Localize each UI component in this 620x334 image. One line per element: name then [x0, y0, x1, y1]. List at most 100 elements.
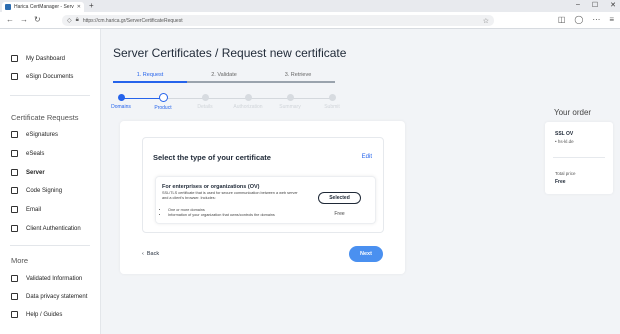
- sidebar-item-esign-documents[interactable]: eSign Documents: [11, 73, 73, 80]
- progress-node-product[interactable]: Product: [141, 92, 185, 111]
- anchor-icon: [11, 275, 18, 282]
- progress-node-authorization: Authorization: [226, 92, 270, 110]
- progress-dot: [328, 94, 336, 101]
- step-request: 1. Request: [113, 72, 187, 83]
- product-card: Select the type of your certificate Edit…: [120, 121, 405, 274]
- minimize-icon[interactable]: –: [576, 1, 580, 9]
- sidebar-item-label: Help / Guides: [26, 311, 63, 318]
- server-icon: [11, 169, 18, 176]
- sidebar-divider: [10, 95, 90, 96]
- section-title: Select the type of your certificate: [153, 153, 271, 162]
- sidebar-item-label: Email: [26, 206, 42, 213]
- sidebar-item-help-guides[interactable]: Help / Guides: [11, 311, 62, 318]
- order-heading: Your order: [554, 108, 592, 117]
- sidebar-item-client-authentication[interactable]: Client Authentication: [11, 225, 81, 232]
- certificate-option-ov[interactable]: For enterprises or organizations (OV) SS…: [155, 176, 376, 224]
- sidebar-item-label: eSeals: [26, 150, 45, 157]
- sidebar-section-more: More: [11, 256, 29, 265]
- progress-label: Product: [154, 105, 172, 111]
- progress-dot: [244, 94, 252, 101]
- tab-close-icon[interactable]: ✕: [77, 4, 81, 10]
- shield-icon: ◇: [67, 18, 72, 24]
- pen-icon: [11, 131, 18, 138]
- request-steps: 1. Request 2. Validate 3. Retrieve: [113, 72, 335, 84]
- sidebar-item-label: Client Authentication: [26, 225, 81, 232]
- progress-label: Domains: [111, 104, 131, 110]
- back-arrow-icon[interactable]: ←: [6, 15, 14, 24]
- sidebar-item-validated-information[interactable]: Validated Information: [11, 275, 82, 282]
- sidebar-item-label: Server: [26, 169, 45, 176]
- help-icon: [11, 311, 18, 318]
- mail-icon: [11, 206, 18, 213]
- sidebar-item-dashboard[interactable]: My Dashboard: [11, 55, 65, 62]
- option-bullets: One or more domains Information of your …: [168, 208, 275, 217]
- sidebar-section-requests: Certificate Requests: [11, 113, 79, 122]
- step-bar: [187, 81, 261, 83]
- progress-label: Submit: [324, 104, 340, 110]
- progress-dot: [286, 94, 294, 101]
- progress-dot: [117, 94, 125, 101]
- step-label: 3. Retrieve: [284, 72, 312, 78]
- order-product: SSL OV: [555, 131, 574, 137]
- step-label: 1. Request: [136, 72, 164, 78]
- tab-title: Harica CertManager - Server Ce: [14, 4, 74, 10]
- progress-label: Details: [197, 104, 213, 110]
- step-label: 2. Validate: [211, 72, 237, 78]
- browser-toolbar-right: ◫ ◯ ⋯ ≡: [558, 15, 614, 24]
- sidebar-item-label: Validated Information: [26, 275, 83, 282]
- total-price-value: Free: [555, 179, 566, 185]
- step-retrieve: 3. Retrieve: [261, 72, 335, 83]
- reload-icon[interactable]: ↻: [34, 15, 41, 24]
- sidebar-item-label: eSign Documents: [26, 73, 74, 80]
- back-label: Back: [146, 251, 160, 257]
- progress-node-domains[interactable]: Domains: [99, 92, 143, 110]
- privacy-icon: [11, 293, 18, 300]
- extensions-icon[interactable]: ⋯: [592, 15, 600, 24]
- list-item: Information of your organization that ow…: [168, 213, 275, 218]
- progress-dot: [201, 94, 209, 101]
- account-icon[interactable]: ◯: [574, 15, 583, 24]
- selected-button[interactable]: Selected: [318, 192, 361, 204]
- pocket-icon[interactable]: ◫: [558, 15, 566, 24]
- new-tab-button[interactable]: +: [89, 1, 94, 10]
- window-controls: – ☐ ✕: [576, 1, 616, 9]
- progress-label: Authorization: [233, 104, 263, 110]
- sidebar-item-code-signing[interactable]: Code Signing: [11, 187, 62, 194]
- forward-arrow-icon[interactable]: →: [20, 15, 28, 24]
- step-bar: [261, 81, 335, 83]
- edit-link[interactable]: Edit: [362, 154, 372, 160]
- option-description: SSL/TLS certificate that is used for sec…: [162, 191, 298, 200]
- sidebar-item-esignatures[interactable]: eSignatures: [11, 131, 58, 138]
- order-divider: [553, 157, 605, 158]
- sidebar-divider: [10, 245, 90, 246]
- favicon-icon: [5, 4, 11, 10]
- browser-tab[interactable]: Harica CertManager - Server Ce ✕: [2, 2, 84, 12]
- document-icon: [11, 73, 18, 80]
- code-icon: [11, 187, 18, 194]
- product-selection-panel: Select the type of your certificate Edit…: [142, 137, 384, 233]
- total-price-label: Total price: [555, 171, 576, 176]
- sidebar-item-label: Code Signing: [26, 187, 63, 194]
- order-summary: SSL OV • hs-kl.de Total price Free: [545, 122, 613, 194]
- dashboard-icon: [11, 55, 18, 62]
- progress-node-summary: Summary: [268, 92, 312, 110]
- next-button[interactable]: Next: [349, 246, 383, 262]
- bookmark-star-icon[interactable]: ☆: [483, 17, 489, 25]
- seal-icon: [11, 150, 18, 157]
- sidebar-item-server[interactable]: Server: [11, 169, 45, 176]
- window-close-icon[interactable]: ✕: [610, 1, 616, 9]
- address-bar[interactable]: ◇ 🔒︎ https://cm.harica.gr/ServerCertific…: [62, 15, 494, 26]
- sidebar-item-data-privacy[interactable]: Data privacy statement: [11, 293, 87, 300]
- progress-dot: [158, 93, 168, 102]
- progress-node-details: Details: [183, 92, 227, 110]
- option-price: Free: [334, 211, 345, 217]
- menu-icon[interactable]: ≡: [609, 15, 614, 24]
- maximize-icon[interactable]: ☐: [592, 1, 598, 9]
- sidebar-item-email[interactable]: Email: [11, 206, 41, 213]
- sidebar-item-eseals[interactable]: eSeals: [11, 150, 44, 157]
- page-title: Server Certificates / Request new certif…: [113, 46, 347, 60]
- back-button[interactable]: ‹ Back: [142, 251, 159, 257]
- url-text[interactable]: https://cm.harica.gr/ServerCertificateRe…: [83, 18, 183, 24]
- progress-label: Summary: [279, 104, 301, 110]
- progress-node-submit: Submit: [310, 92, 354, 110]
